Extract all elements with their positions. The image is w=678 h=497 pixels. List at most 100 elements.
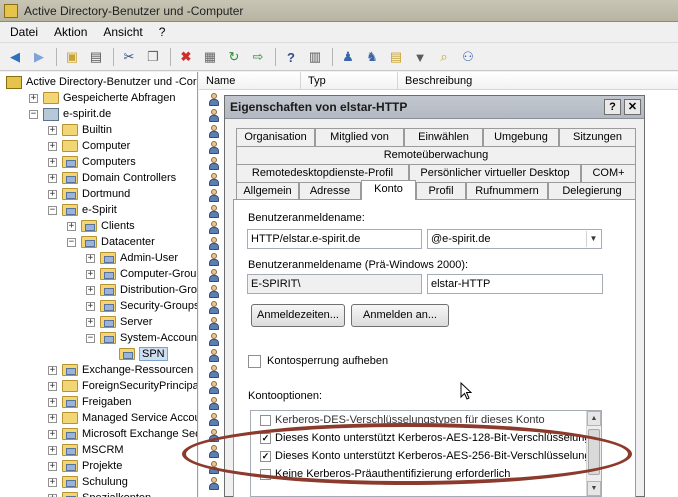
expand-icon[interactable]: +	[86, 285, 95, 295]
dialog-help-button[interactable]: ?	[604, 99, 621, 115]
tree-item[interactable]: + Managed Service Accounts	[48, 410, 197, 426]
option-des-checkbox[interactable]	[260, 415, 271, 426]
expand-icon[interactable]: +	[48, 429, 57, 439]
user-icon[interactable]	[207, 428, 220, 444]
tab-adresse[interactable]: Adresse	[299, 182, 361, 200]
options-scrollbar[interactable]: ▲ ▼	[586, 411, 601, 496]
expand-icon[interactable]: +	[48, 397, 57, 407]
tree-item[interactable]: + Server	[86, 314, 152, 330]
delete-icon[interactable]: ✖	[175, 46, 197, 68]
user-icon[interactable]	[207, 252, 220, 268]
menu-ansicht[interactable]: Ansicht	[95, 25, 150, 39]
cut-icon[interactable]: ✂	[118, 46, 140, 68]
tab-allgemein[interactable]: Allgemein	[236, 182, 299, 200]
user-icon[interactable]	[207, 236, 220, 252]
expand-icon[interactable]: +	[48, 381, 57, 391]
tree-item[interactable]: + Microsoft Exchange Securit	[48, 426, 197, 442]
refresh-icon[interactable]: ↻	[223, 46, 245, 68]
tree-item[interactable]: + Gespeicherte Abfragen	[29, 90, 176, 106]
column-header-type[interactable]: Typ	[301, 72, 398, 89]
expand-icon[interactable]: +	[86, 301, 95, 311]
expand-icon[interactable]: +	[48, 493, 57, 497]
user-icon[interactable]	[207, 156, 220, 172]
console-icon[interactable]: ▥	[304, 46, 326, 68]
user-icon[interactable]	[207, 300, 220, 316]
option-no-preauth-checkbox[interactable]	[260, 469, 271, 480]
users-icon[interactable]: ♟	[337, 46, 359, 68]
user-icon[interactable]	[207, 188, 220, 204]
tree-item[interactable]: + ForeignSecurityPrincipals	[48, 378, 197, 394]
tree-item[interactable]: + Clients	[67, 218, 135, 234]
option-aes128-checkbox[interactable]: ✓	[260, 433, 271, 444]
expand-icon[interactable]: +	[48, 189, 57, 199]
search-icon[interactable]: ⌕	[433, 46, 455, 68]
logon-hours-button[interactable]: Anmeldezeiten...	[251, 304, 345, 327]
tree-item[interactable]: + MSCRM	[48, 442, 124, 458]
collapse-icon[interactable]: −	[48, 205, 57, 215]
user-icon[interactable]	[207, 460, 220, 476]
column-header-name[interactable]: Name	[199, 72, 301, 89]
tab-remoteueberwachung[interactable]: Remoteüberwachung	[236, 146, 636, 164]
tree-item[interactable]: SPN	[105, 346, 168, 362]
logon-name-input[interactable]: HTTP/elstar.e-spirit.de	[247, 229, 422, 249]
tree-item[interactable]: + Security-Groups	[86, 298, 197, 314]
user-icon[interactable]	[207, 220, 220, 236]
user-icon[interactable]	[207, 380, 220, 396]
chevron-down-icon[interactable]: ▼	[586, 231, 600, 247]
console-tree[interactable]: Active Directory-Benutzer und -Cor + Gespe…	[0, 72, 198, 497]
tab-com-plus[interactable]: COM+	[581, 164, 636, 182]
menu-aktion[interactable]: Aktion	[46, 25, 95, 39]
tree-item[interactable]: + Computer	[48, 138, 130, 154]
tab-organisation[interactable]: Organisation	[236, 128, 315, 146]
prewin-logon-input[interactable]: elstar-HTTP	[427, 274, 603, 294]
user-icon[interactable]	[207, 284, 220, 300]
user-icon[interactable]	[207, 316, 220, 332]
tree-item[interactable]: + Computer-Groups	[86, 266, 197, 282]
tab-sitzungen[interactable]: Sitzungen	[559, 128, 636, 146]
group-icon[interactable]: ♞	[361, 46, 383, 68]
tree-item[interactable]: + Spezialkonten	[48, 490, 151, 497]
tab-profil[interactable]: Profil	[416, 182, 466, 200]
expand-icon[interactable]: +	[48, 173, 57, 183]
user-icon[interactable]	[207, 140, 220, 156]
expand-icon[interactable]: +	[48, 477, 57, 487]
tab-konto[interactable]: Konto	[361, 180, 416, 200]
tree-item[interactable]: + Freigaben	[48, 394, 132, 410]
tab-delegierung[interactable]: Delegierung	[548, 182, 636, 200]
up-folder-icon[interactable]: ▣	[61, 46, 83, 68]
user-icon[interactable]	[207, 268, 220, 284]
tab-mitglied-von[interactable]: Mitglied von	[315, 128, 404, 146]
add-to-group-icon[interactable]: ⚇	[457, 46, 479, 68]
scroll-up-icon[interactable]: ▲	[587, 411, 601, 426]
unlock-account-checkbox[interactable]	[248, 355, 261, 368]
logon-to-button[interactable]: Anmelden an...	[351, 304, 449, 327]
expand-icon[interactable]: +	[67, 221, 76, 231]
tree-item[interactable]: Active Directory-Benutzer und -Cor	[6, 74, 197, 90]
menu-help[interactable]: ?	[151, 25, 174, 39]
show-pane-icon[interactable]: ▤	[85, 46, 107, 68]
expand-icon[interactable]: +	[48, 413, 57, 423]
help-icon[interactable]: ?	[280, 46, 302, 68]
user-icon[interactable]	[207, 396, 220, 412]
expand-icon[interactable]: +	[48, 365, 57, 375]
account-options-list[interactable]: Kerberos-DES-Verschlüsselungstypen für d…	[250, 410, 602, 497]
option-aes256-checkbox[interactable]: ✓	[260, 451, 271, 462]
user-icon[interactable]	[207, 444, 220, 460]
collapse-icon[interactable]: −	[86, 333, 95, 343]
menu-datei[interactable]: Datei	[2, 25, 46, 39]
properties-icon[interactable]: ▦	[199, 46, 221, 68]
expand-icon[interactable]: +	[48, 157, 57, 167]
tree-item[interactable]: − e-Spirit	[48, 202, 117, 218]
back-arrow-icon[interactable]: ◀	[4, 46, 26, 68]
expand-icon[interactable]: +	[86, 317, 95, 327]
tree-item[interactable]: + Distribution-Groups	[86, 282, 197, 298]
tab-umgebung[interactable]: Umgebung	[483, 128, 559, 146]
expand-icon[interactable]: +	[48, 141, 57, 151]
tree-item[interactable]: − System-Accounts	[86, 330, 197, 346]
tree-item[interactable]: + Admin-User	[86, 250, 178, 266]
tab-persoenlicher-virtueller-desktop[interactable]: Persönlicher virtueller Desktop	[409, 164, 581, 182]
user-icon[interactable]	[207, 364, 220, 380]
dialog-close-button[interactable]: ✕	[624, 99, 641, 115]
expand-icon[interactable]: +	[86, 269, 95, 279]
collapse-icon[interactable]: −	[29, 109, 38, 119]
